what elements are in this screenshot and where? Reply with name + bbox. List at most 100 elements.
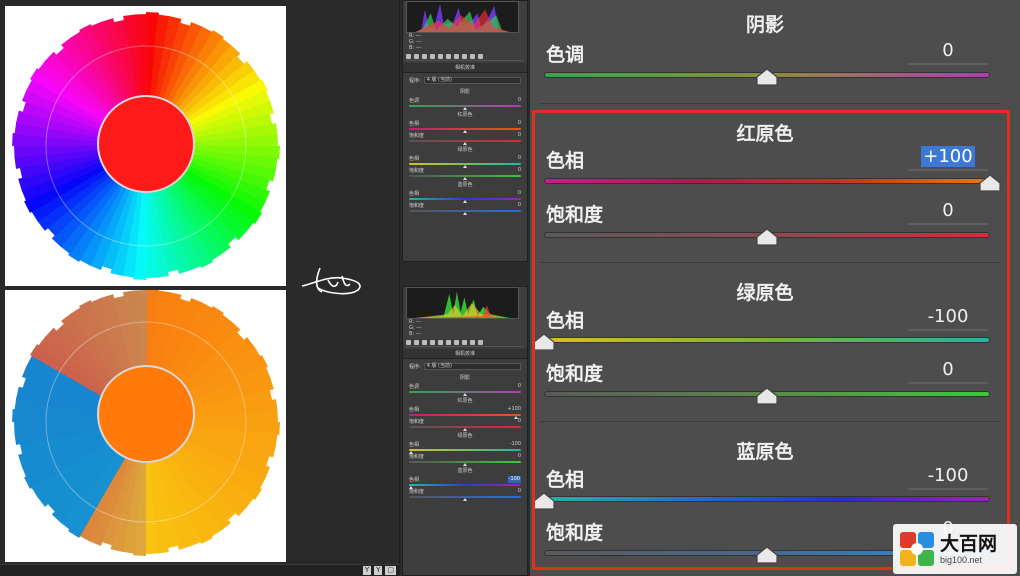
tool-icon[interactable] xyxy=(478,54,483,59)
color-wheel-adjusted-image xyxy=(12,290,280,556)
mini-value[interactable]: 0 xyxy=(518,190,521,197)
shadows-hue-value[interactable]: 0 xyxy=(908,40,988,65)
mini-shadows-group: 阴影 色调 0 xyxy=(409,374,521,396)
logo-text: 大百网 big100.net xyxy=(940,533,997,565)
process-label: 程序: xyxy=(409,78,421,84)
canvas-status-strip: Y Y ▢ xyxy=(0,564,400,576)
green-hue-value[interactable]: -100 xyxy=(908,306,988,331)
panel-title: 相机校准 xyxy=(403,63,527,73)
red-saturation-value[interactable]: 0 xyxy=(908,200,988,225)
tool-icon[interactable] xyxy=(430,340,435,345)
mini-label: 饱和度 xyxy=(409,454,425,460)
green-hue-thumb-icon[interactable] xyxy=(533,333,555,351)
tool-icon[interactable] xyxy=(454,340,459,345)
mini-value[interactable]: 0 xyxy=(518,155,521,162)
process-value[interactable]: 4 版 (当前) xyxy=(423,77,521,84)
tool-icon[interactable] xyxy=(414,340,419,345)
mini-value[interactable]: 0 xyxy=(518,383,521,390)
process-select[interactable]: 程序: 4 版 (当前) xyxy=(409,363,521,370)
shadows-hue-thumb-icon[interactable] xyxy=(756,68,778,86)
mini-label: 色相 xyxy=(409,191,420,197)
mini-green-title: 绿原色 xyxy=(457,147,473,153)
mini-slider[interactable] xyxy=(409,210,521,215)
mini-slider[interactable] xyxy=(409,496,521,501)
mini-blue-title: 蓝原色 xyxy=(457,468,473,474)
blue-saturation-thumb-icon[interactable] xyxy=(756,546,778,564)
process-value[interactable]: 4 版 (当前) xyxy=(423,363,521,370)
mini-calibration-panel-after: R: --- G: --- B: --- 相机校准 程序: 4 版 (当前) 阴… xyxy=(402,286,528,576)
red-hue-value-text[interactable]: +100 xyxy=(921,146,975,167)
histogram xyxy=(406,287,519,319)
mini-slider[interactable] xyxy=(409,461,521,466)
shadows-section-title: 阴影 xyxy=(745,14,784,36)
mini-slider[interactable] xyxy=(409,175,521,180)
canvas-control-button-2[interactable]: Y xyxy=(374,566,383,575)
tool-icon[interactable] xyxy=(454,54,459,59)
original-color-wheel xyxy=(5,6,286,286)
mini-slider[interactable] xyxy=(409,414,521,419)
mini-value[interactable]: -100 xyxy=(510,441,521,448)
tool-icon[interactable] xyxy=(422,340,427,345)
rgb-readout: R: --- G: --- B: --- xyxy=(409,33,527,51)
green-hue-slider[interactable] xyxy=(544,337,990,343)
green-saturation-thumb-icon[interactable] xyxy=(756,387,778,405)
mini-value[interactable]: 0 xyxy=(518,453,521,460)
red-hue-slider[interactable] xyxy=(544,178,990,184)
mini-value[interactable]: 0 xyxy=(518,418,521,425)
red-saturation-thumb-icon[interactable] xyxy=(756,228,778,246)
mini-label: 饱和度 xyxy=(409,419,425,425)
mini-value[interactable]: +100 xyxy=(507,406,521,413)
blue-hue-slider[interactable] xyxy=(544,496,990,502)
mini-value[interactable]: 0 xyxy=(518,167,521,174)
mini-slider[interactable] xyxy=(409,426,521,431)
mini-value[interactable]: 0 xyxy=(518,132,521,139)
mini-slider[interactable] xyxy=(409,128,521,133)
tool-icon[interactable] xyxy=(430,54,435,59)
tool-icon[interactable] xyxy=(462,54,467,59)
mini-label: 色相 xyxy=(409,442,420,448)
tool-icon[interactable] xyxy=(446,54,451,59)
mini-slider[interactable] xyxy=(409,140,521,145)
rgb-b: B: --- xyxy=(409,45,422,51)
section-divider xyxy=(540,262,1000,263)
mini-slider[interactable] xyxy=(409,391,521,396)
mini-value[interactable]: 0 xyxy=(518,120,521,127)
mini-slider[interactable] xyxy=(409,163,521,168)
canvas-control-button-3[interactable]: ▢ xyxy=(385,566,396,575)
tool-icon[interactable] xyxy=(406,54,411,59)
tool-icon[interactable] xyxy=(414,54,419,59)
mini-slider[interactable] xyxy=(409,449,521,454)
mini-slider[interactable] xyxy=(409,105,521,110)
mini-blue-group: 蓝原色 色相 0 饱和度 0 xyxy=(409,181,521,215)
tool-icon[interactable] xyxy=(438,340,443,345)
tool-icon[interactable] xyxy=(470,54,475,59)
mini-green-group: 绿原色 色相 0 饱和度 0 xyxy=(409,146,521,180)
mini-label: 饱和度 xyxy=(409,203,425,209)
shadows-hue-label: 色调 xyxy=(546,44,585,66)
green-saturation-value[interactable]: 0 xyxy=(908,359,988,384)
red-hue-thumb-icon[interactable] xyxy=(979,174,1001,192)
tool-icon[interactable] xyxy=(470,340,475,345)
process-select[interactable]: 程序: 4 版 (当前) xyxy=(409,77,521,84)
mini-value[interactable]: 0 xyxy=(518,97,521,104)
mini-value-selected[interactable]: -100 xyxy=(507,476,521,483)
green-primary-title: 绿原色 xyxy=(736,282,794,304)
tool-icon[interactable] xyxy=(462,340,467,345)
mini-shadows-title: 阴影 xyxy=(459,375,470,381)
mini-calibration-panel-before: R: --- G: --- B: --- 相机校准 程序: 4 版 (当前) 阴… xyxy=(402,0,528,262)
mini-slider[interactable] xyxy=(409,198,521,203)
red-hue-value[interactable]: +100 xyxy=(908,146,988,171)
red-saturation-label: 饱和度 xyxy=(546,204,604,226)
mini-value[interactable]: 0 xyxy=(518,488,521,495)
tool-icon[interactable] xyxy=(478,340,483,345)
mini-slider[interactable] xyxy=(409,484,521,489)
canvas-control-button-1[interactable]: Y xyxy=(362,566,372,575)
mini-label: 饱和度 xyxy=(409,133,425,139)
tool-icon[interactable] xyxy=(406,340,411,345)
blue-hue-thumb-icon[interactable] xyxy=(533,492,555,510)
mini-value[interactable]: 0 xyxy=(518,202,521,209)
tool-icon[interactable] xyxy=(438,54,443,59)
tool-icon[interactable] xyxy=(422,54,427,59)
tool-icon[interactable] xyxy=(446,340,451,345)
blue-hue-value[interactable]: -100 xyxy=(908,465,988,490)
